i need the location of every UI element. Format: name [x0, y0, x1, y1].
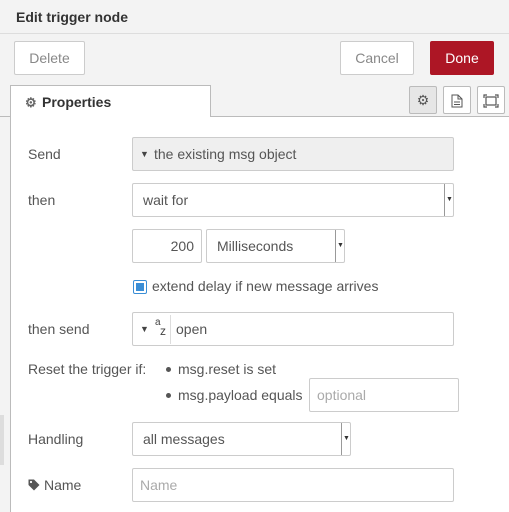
send-value: the existing msg object: [154, 146, 297, 162]
chevron-down-icon: ▼: [444, 184, 453, 216]
then-value: wait for: [143, 192, 189, 208]
tab-description[interactable]: [443, 86, 471, 114]
delay-units-select[interactable]: Milliseconds ▼: [206, 229, 345, 263]
tab-properties-label: Properties: [42, 94, 112, 110]
reset-payload-input[interactable]: [309, 378, 459, 412]
document-icon: [451, 92, 463, 108]
chevron-down-icon: ▼: [341, 423, 350, 455]
send-label: Send: [28, 146, 61, 162]
name-field[interactable]: [140, 469, 448, 501]
resize-handle[interactable]: [0, 415, 4, 465]
reset-option-payload: msg.payload equals: [178, 387, 303, 403]
gear-icon: ⚙: [25, 95, 37, 110]
tab-settings[interactable]: ⚙: [409, 86, 437, 114]
name-input[interactable]: [132, 468, 454, 502]
delete-button[interactable]: Delete: [14, 41, 85, 75]
checkbox-checked-mark: [136, 283, 144, 291]
extend-delay-checkbox[interactable]: [133, 280, 147, 294]
send-select[interactable]: ▼ the existing msg object: [132, 137, 454, 171]
then-select[interactable]: wait for ▼: [132, 183, 454, 217]
then-label: then: [28, 192, 56, 208]
tab-appearance[interactable]: [477, 86, 505, 114]
type-divider: [170, 315, 171, 344]
dialog-title: Edit trigger node: [16, 9, 128, 25]
string-type-icon: az: [155, 317, 166, 338]
caret-down-icon: ▼: [140, 149, 149, 159]
gear-icon: ⚙: [416, 92, 430, 108]
bullet-icon: [166, 393, 171, 398]
handling-label: Handling: [28, 431, 84, 447]
caret-down-icon[interactable]: ▼: [140, 324, 149, 334]
reset-option-msg-reset: msg.reset is set: [178, 361, 277, 377]
extend-delay-label: extend delay if new message arrives: [152, 278, 379, 294]
frame-icon: [483, 92, 499, 108]
cancel-button[interactable]: Cancel: [340, 41, 414, 75]
reset-label: Reset the trigger if:: [28, 361, 147, 377]
handling-select[interactable]: all messages ▼: [132, 422, 351, 456]
reset-payload-field[interactable]: [317, 379, 453, 411]
tab-properties[interactable]: ⚙ Properties: [10, 85, 211, 118]
delay-input[interactable]: 200: [132, 229, 202, 263]
then-send-value: open: [176, 321, 208, 337]
delay-value: 200: [170, 238, 194, 254]
delay-units-value: Milliseconds: [217, 238, 294, 254]
chevron-down-icon: ▼: [335, 230, 344, 262]
name-label: Name: [44, 477, 82, 493]
handling-value: all messages: [143, 431, 225, 447]
then-send-label: then send: [28, 321, 90, 337]
done-button[interactable]: Done: [430, 41, 494, 75]
tag-icon: [28, 478, 40, 494]
bullet-icon: [166, 367, 171, 372]
